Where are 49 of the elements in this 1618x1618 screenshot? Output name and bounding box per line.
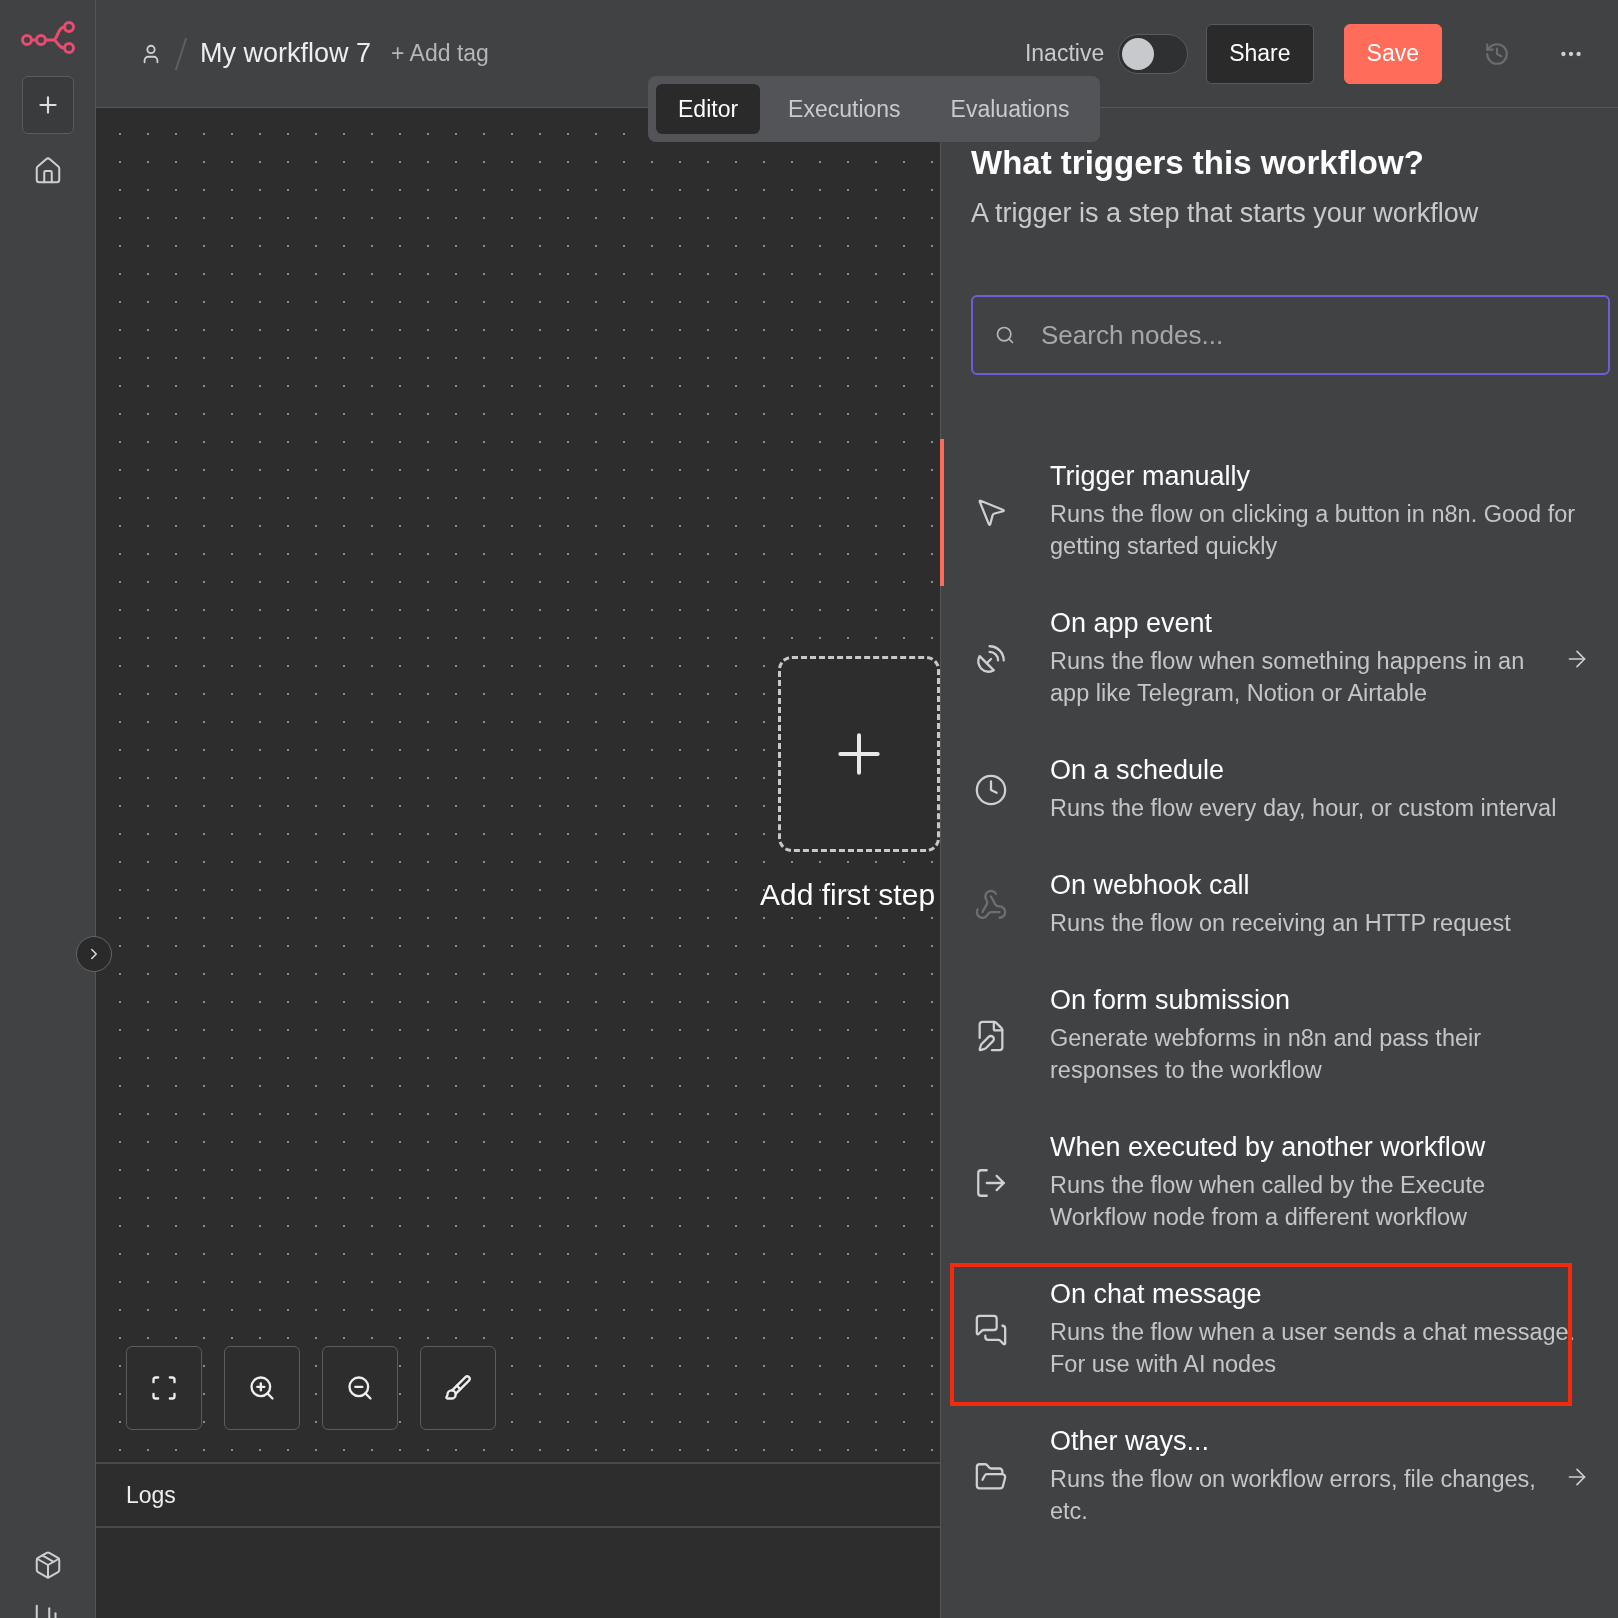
trigger-item[interactable]: On webhook call Runs the flow on receiving an HTTP request <box>940 848 1610 963</box>
trigger-item[interactable]: On form submission Generate webforms in n8n and pass their responses to the workflow <box>940 963 1610 1110</box>
expand-button[interactable] <box>76 936 112 972</box>
fit-view-icon <box>150 1374 178 1402</box>
trigger-item[interactable]: On app event Runs the flow when something happens in an app like Telegram, Notion or Airtable <box>940 586 1610 733</box>
add-tag-link[interactable]: + Add tag <box>385 40 495 67</box>
zoom-out-icon <box>346 1374 374 1402</box>
logo-icon[interactable] <box>19 20 76 54</box>
trigger-title: On app event <box>1050 608 1214 639</box>
trigger-title: On chat message <box>1050 1279 1263 1310</box>
zoom-out-button[interactable] <box>322 1346 398 1430</box>
add-step-label: Add first step <box>760 878 936 912</box>
brush-icon <box>444 1374 472 1402</box>
trigger-title: Other ways... <box>1050 1426 1211 1457</box>
zoom-in-button[interactable] <box>224 1346 300 1430</box>
trigger-icon <box>974 887 1008 922</box>
trigger-icon <box>974 772 1008 807</box>
panel-subtitle: A trigger is a step that starts your workflow <box>971 198 1480 229</box>
workflow-name[interactable]: My workflow 7 <box>200 38 372 69</box>
status-label: Inactive <box>1024 40 1105 67</box>
trigger-title: Trigger manually <box>1050 461 1252 492</box>
trigger-description: Runs the flow on workflow errors, file changes, etc. <box>1050 1465 1537 1526</box>
search-field[interactable]: Search nodes... <box>971 295 1610 375</box>
trigger-icon <box>974 1312 1008 1347</box>
trigger-description: Runs the flow on receiving an HTTP request <box>1050 909 1512 938</box>
view-tab[interactable]: Executions <box>766 84 923 134</box>
trigger-item[interactable]: Trigger manually Runs the flow on clicking a button in n8n. Good for getting started quickly <box>940 439 1610 586</box>
tidy-up-button[interactable] <box>420 1346 496 1430</box>
view-tab[interactable]: Evaluations <box>928 84 1092 134</box>
trigger-description: Generate webforms in n8n and pass their responses to the workflow <box>1050 1024 1483 1085</box>
active-toggle[interactable] <box>1118 33 1189 74</box>
trigger-description: Runs the flow on clicking a button in n8n. Good for getting started quickly <box>1050 500 1577 561</box>
trigger-title: On a schedule <box>1050 755 1226 786</box>
trigger-item[interactable]: When executed by another workflow Runs the flow when called by the Execute Workflow node from a different workflow <box>940 1110 1610 1257</box>
zoom-in-icon <box>248 1374 276 1402</box>
trigger-description: Runs the flow when called by the Execute Workflow node from a different workflow <box>1050 1171 1486 1232</box>
trigger-item[interactable]: On a schedule Runs the flow every day, hour, or custom interval <box>940 733 1610 848</box>
trigger-description: Runs the flow every day, hour, or custom interval <box>1050 794 1558 823</box>
add-button[interactable] <box>21 76 74 134</box>
add-step-button[interactable] <box>778 656 940 852</box>
share-button[interactable]: Share <box>1206 23 1314 84</box>
trigger-title: When executed by another workflow <box>1050 1132 1487 1163</box>
panel-title: What triggers this workflow? <box>971 144 1425 182</box>
logs-label[interactable]: Logs <box>126 1481 176 1509</box>
trigger-item[interactable]: Other ways... Runs the flow on workflow errors, file changes, etc. <box>940 1404 1610 1551</box>
trigger-title: On form submission <box>1050 985 1292 1016</box>
trigger-description: Runs the flow when something happens in an app like Telegram, Notion or Airtable <box>1050 647 1526 708</box>
view-tab[interactable]: Editor <box>656 84 761 134</box>
trigger-title: On webhook call <box>1050 870 1251 901</box>
